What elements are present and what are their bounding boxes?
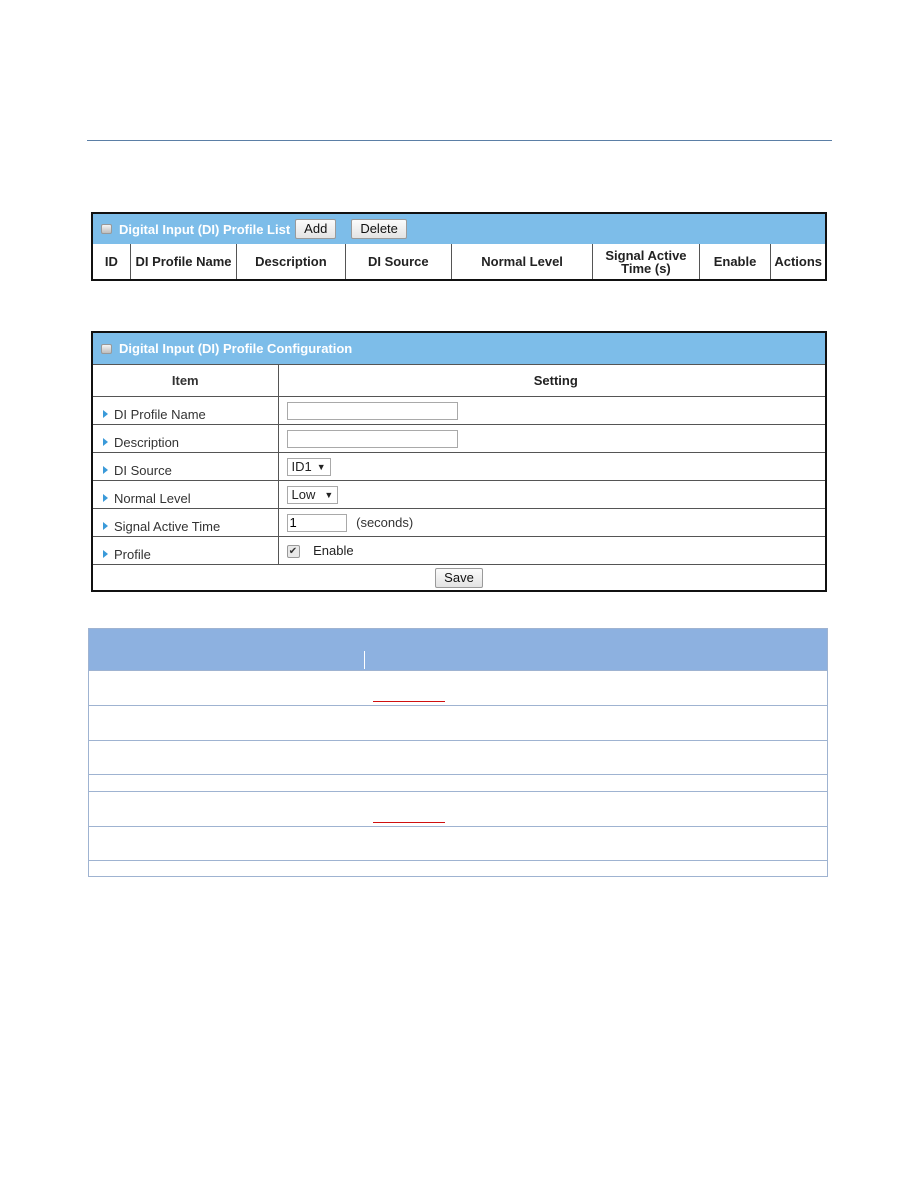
list-column-headers: ID DI Profile Name Description DI Source…: [93, 244, 825, 279]
row-di-source: DI Source ID1 ▼: [93, 452, 825, 481]
top-divider: [87, 140, 832, 141]
column-description: Description: [236, 244, 344, 279]
normal-level-select[interactable]: Low ▼: [286, 485, 339, 504]
signal-active-time-input[interactable]: [286, 513, 347, 532]
triangle-right-icon: [103, 409, 108, 418]
row-normal-level: Normal Level Low ▼: [93, 480, 825, 509]
table-row: [89, 774, 827, 791]
label-description: Description: [114, 434, 180, 450]
profile-enable-label: Enable: [313, 542, 354, 558]
save-row: Save: [93, 564, 825, 592]
row-profile-name: DI Profile Name: [93, 396, 825, 425]
triangle-right-icon: [103, 549, 108, 558]
column-id: ID: [104, 254, 118, 269]
triangle-right-icon: [103, 493, 108, 502]
triangle-right-icon: [103, 465, 108, 474]
description-table: [88, 628, 828, 877]
table-row: [89, 860, 827, 876]
chevron-down-icon: ▼: [324, 489, 334, 500]
column-normal-level: Normal Level: [451, 244, 592, 279]
column-enable: Enable: [698, 244, 771, 279]
table-row: [89, 740, 827, 774]
link-underline: [373, 701, 445, 702]
link-underline: [373, 822, 445, 823]
table-row: [89, 670, 827, 705]
config-table: Item Setting DI Profile Name Description…: [93, 364, 825, 592]
label-profile-name: DI Profile Name: [114, 406, 206, 422]
di-profile-config-panel: Digital Input (DI) Profile Configuration…: [91, 331, 827, 592]
di-profile-list-panel: Digital Input (DI) Profile List Add Dele…: [91, 212, 827, 281]
normal-level-value: Low: [291, 487, 316, 502]
table-row: [89, 791, 827, 826]
save-button[interactable]: Save: [435, 568, 483, 589]
add-button[interactable]: Add: [295, 219, 337, 239]
delete-button[interactable]: Delete: [351, 219, 407, 239]
label-signal-active-time: Signal Active Time: [114, 518, 221, 534]
column-di-source: DI Source: [344, 244, 451, 279]
profile-name-input[interactable]: [286, 401, 458, 420]
label-di-source: DI Source: [114, 462, 172, 478]
description-input[interactable]: [286, 429, 458, 448]
list-title: Digital Input (DI) Profile List: [119, 221, 291, 237]
triangle-right-icon: [103, 521, 108, 530]
config-header-row: Item Setting: [93, 364, 825, 397]
label-normal-level: Normal Level: [114, 490, 191, 506]
label-profile: Profile: [114, 546, 151, 562]
panel-bullet-icon: [101, 343, 112, 354]
description-table-header: [89, 629, 827, 670]
column-signal-active-time: Signal Active Time (s): [592, 244, 699, 279]
profile-enable-checkbox[interactable]: ✔: [286, 545, 300, 559]
column-actions: Actions: [770, 244, 825, 279]
list-title-bar: Digital Input (DI) Profile List Add Dele…: [93, 214, 825, 244]
config-title: Digital Input (DI) Profile Configuration: [119, 341, 353, 356]
row-profile: Profile ✔ Enable: [93, 536, 825, 565]
header-column-divider: [364, 651, 365, 669]
column-profile-name: DI Profile Name: [129, 244, 236, 279]
seconds-unit-label: (seconds): [356, 515, 414, 530]
triangle-right-icon: [103, 437, 108, 446]
row-description: Description: [93, 424, 825, 453]
di-source-select[interactable]: ID1 ▼: [286, 457, 331, 476]
header-item: Item: [93, 364, 279, 397]
config-title-bar: Digital Input (DI) Profile Configuration: [93, 333, 825, 364]
table-row: [89, 705, 827, 740]
table-row: [89, 826, 827, 860]
header-setting: Setting: [278, 364, 825, 397]
panel-bullet-icon: [101, 224, 112, 234]
row-signal-active-time: Signal Active Time (seconds): [93, 508, 825, 537]
di-source-value: ID1: [291, 459, 312, 474]
chevron-down-icon: ▼: [316, 461, 326, 472]
